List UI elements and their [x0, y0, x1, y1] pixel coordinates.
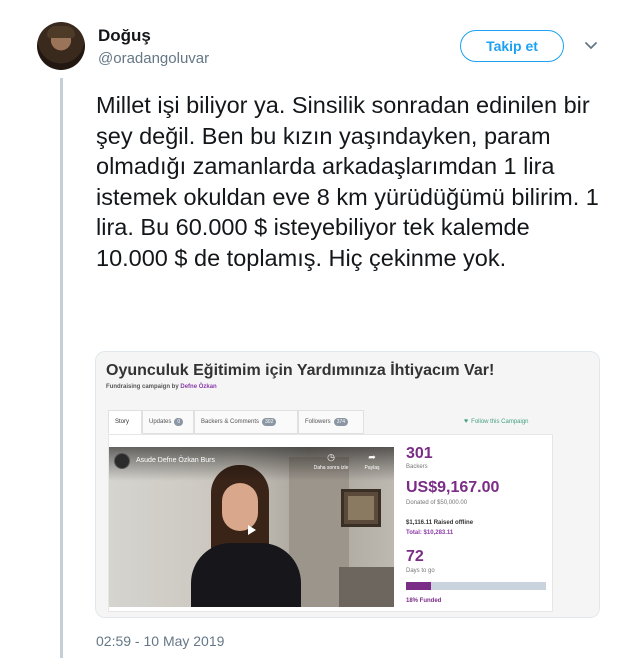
- campaign-author: Defne Özkan: [180, 384, 217, 390]
- share-label: Paylaş: [364, 465, 380, 471]
- video-player[interactable]: Asude Defne Özkan Burs ◷ Daha sonra izle…: [109, 447, 394, 607]
- video-scene-shelf: [339, 567, 394, 607]
- backers-label: Backers: [406, 464, 428, 470]
- share-button[interactable]: ➦ Paylaş: [357, 452, 387, 471]
- heart-icon: ♥: [464, 418, 469, 425]
- tweet-timestamp[interactable]: 02:59 - 10 May 2019: [96, 633, 224, 649]
- clock-icon: ◷: [327, 452, 335, 462]
- display-name[interactable]: Doğuş: [98, 26, 151, 46]
- amount-raised: US$9,167.00: [406, 479, 500, 496]
- donation-goal: Donated of $50,000.00: [406, 500, 468, 506]
- tab-updates[interactable]: Updates 0: [142, 410, 194, 434]
- total-raised: Total: $10,283.11: [406, 530, 454, 536]
- funding-progress-bar: [406, 582, 546, 590]
- channel-avatar[interactable]: [114, 453, 130, 469]
- follow-campaign-link[interactable]: ♥ Follow this Campaign: [464, 418, 529, 425]
- tab-count-badge: 0: [174, 418, 184, 426]
- video-title[interactable]: Asude Defne Özkan Burs: [136, 457, 215, 464]
- tab-backers-comments[interactable]: Backers & Comments 302: [194, 410, 298, 434]
- campaign-panel: Asude Defne Özkan Burs ◷ Daha sonra izle…: [108, 434, 553, 612]
- tab-followers[interactable]: Followers 374: [298, 410, 364, 434]
- tweet-text: Millet işi biliyor ya. Sinsilik sonradan…: [96, 92, 599, 271]
- video-topbar: [109, 447, 394, 481]
- campaign-subtitle: Fundraising campaign by Defne Özkan: [106, 384, 217, 390]
- play-icon[interactable]: [243, 523, 259, 537]
- share-icon: ➦: [368, 452, 376, 462]
- thread-line: [60, 78, 63, 658]
- days-label: Days to go: [406, 568, 435, 574]
- tab-label: Updates: [149, 419, 172, 425]
- offline-raised: $1,116.11 Raised offline: [406, 520, 474, 526]
- funding-progress-fill: [406, 582, 432, 590]
- campaign-title: Oyunculuk Eğitimim için Yardımınıza İhti…: [106, 362, 495, 379]
- tab-story[interactable]: Story: [108, 410, 142, 434]
- funded-label: 18% Funded: [406, 598, 442, 604]
- watch-later-label: Daha sonra izle: [313, 465, 349, 471]
- avatar[interactable]: [37, 22, 85, 70]
- follow-button[interactable]: Takip et: [460, 30, 564, 62]
- watch-later-button[interactable]: ◷ Daha sonra izle: [311, 452, 351, 471]
- campaign-card[interactable]: Oyunculuk Eğitimim için Yardımınıza İhti…: [95, 351, 600, 618]
- video-scene-person: [191, 543, 301, 607]
- days-count: 72: [406, 548, 424, 565]
- tab-label: Followers: [305, 419, 331, 425]
- video-scene-picture: [341, 489, 381, 527]
- campaign-stats: 301 Backers US$9,167.00 Donated of $50,0…: [406, 435, 551, 611]
- tab-count-badge: 374: [333, 418, 349, 426]
- user-handle[interactable]: @oradangoluvar: [98, 50, 209, 67]
- subtitle-prefix: Fundraising campaign by: [106, 384, 179, 390]
- tab-label: Backers & Comments: [201, 419, 260, 425]
- tab-count-badge: 302: [262, 418, 277, 426]
- chevron-down-icon[interactable]: [582, 36, 600, 54]
- tab-label: Story: [115, 419, 130, 425]
- backers-count: 301: [406, 445, 433, 462]
- follow-campaign-label: Follow this Campaign: [471, 418, 529, 425]
